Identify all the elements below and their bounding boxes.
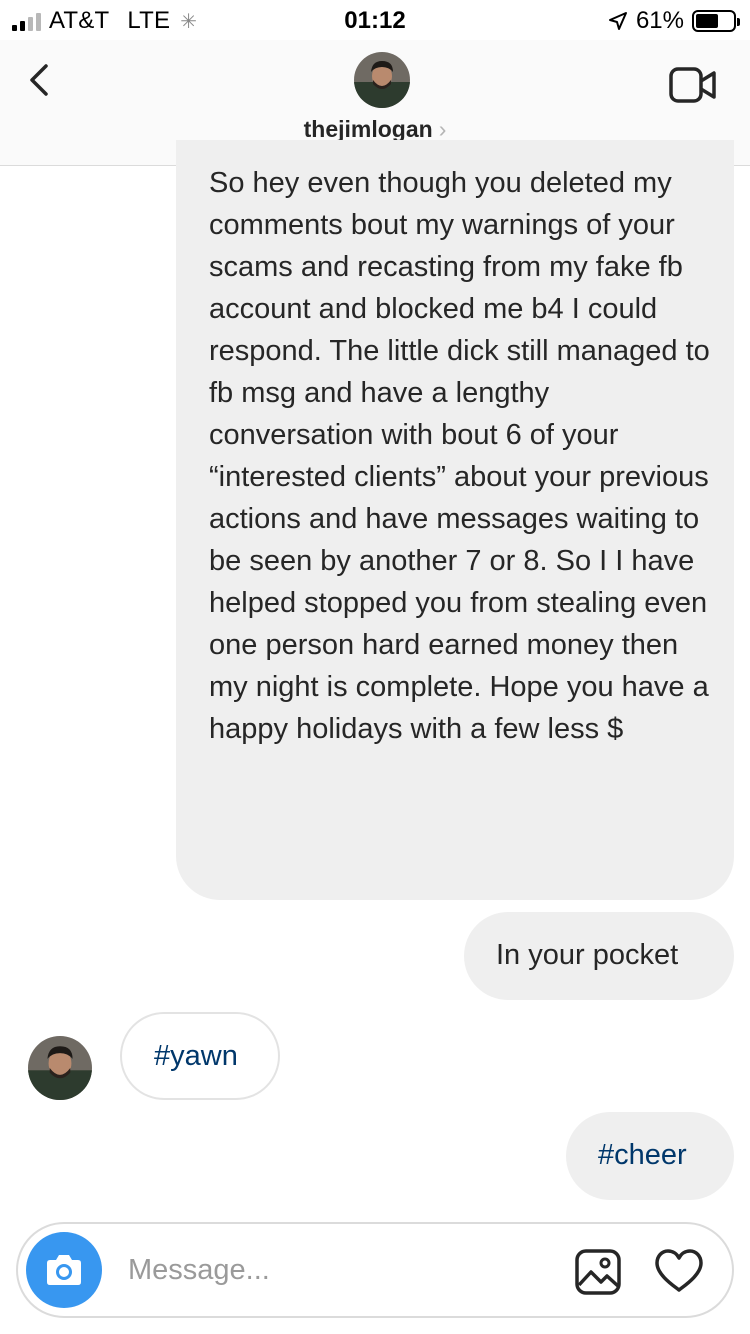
profile-avatar[interactable] <box>354 52 410 108</box>
message-bubble-sent[interactable]: In your pocket <box>464 912 734 1000</box>
message-bubble-sent[interactable]: So hey even though you deleted my commen… <box>176 140 734 900</box>
heart-icon <box>655 1249 703 1292</box>
gallery-icon <box>575 1249 621 1295</box>
video-call-button[interactable] <box>668 66 718 104</box>
camera-icon <box>47 1255 81 1285</box>
header-username-row[interactable]: thejimlogan › <box>0 116 750 143</box>
message-input[interactable] <box>128 1248 548 1292</box>
message-text: In your pocket <box>496 939 679 971</box>
back-chevron-icon <box>30 64 48 96</box>
message-text: So hey even though you deleted my commen… <box>209 167 710 745</box>
status-bar: AT&T LTE ✳ 01:12 61% <box>0 0 750 40</box>
hashtag-link[interactable]: #cheer <box>598 1139 687 1171</box>
sender-avatar[interactable] <box>28 1036 92 1100</box>
camera-button[interactable] <box>26 1232 102 1308</box>
back-button[interactable] <box>22 58 62 102</box>
status-right: 61% <box>608 7 740 35</box>
message-bubble-received[interactable]: #yawn <box>120 1012 280 1100</box>
hashtag-link[interactable]: #yawn <box>154 1040 238 1072</box>
header-username[interactable]: thejimlogan <box>304 116 433 142</box>
battery-fill <box>696 14 718 28</box>
message-composer <box>16 1222 734 1318</box>
gallery-button[interactable] <box>574 1248 622 1296</box>
battery-percent: 61% <box>635 7 684 34</box>
message-bubble-sent[interactable]: #cheer <box>566 1112 734 1200</box>
battery-icon <box>692 10 740 32</box>
location-arrow-icon <box>608 12 627 30</box>
video-camera-icon <box>669 67 716 103</box>
like-button[interactable] <box>654 1248 704 1294</box>
chevron-right-icon: › <box>438 116 447 142</box>
